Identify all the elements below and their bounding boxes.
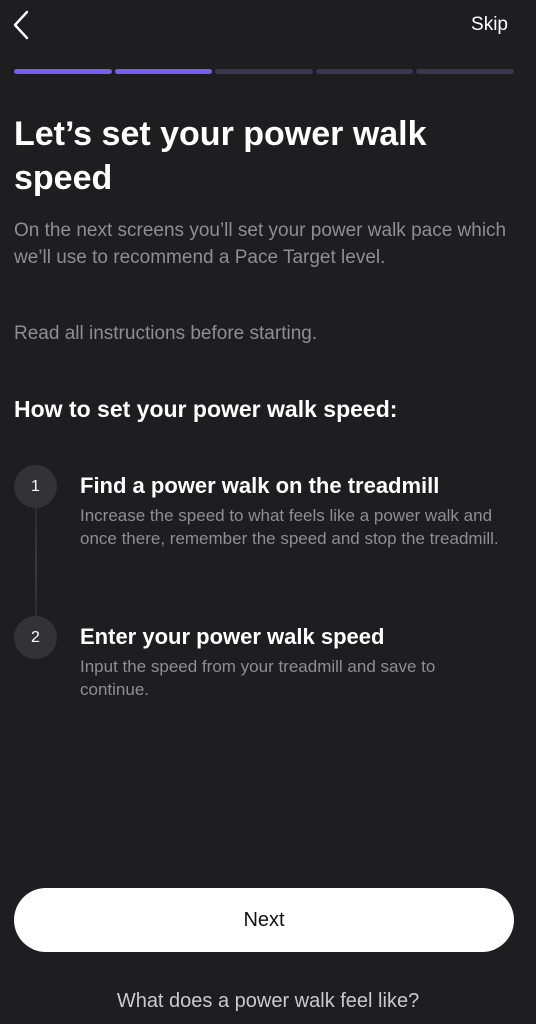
page-title: Let’s set your power walk speed [14,115,427,197]
instructions-note: Read all instructions before starting. [14,323,318,344]
top-bar: Skip [0,0,536,56]
power-walk-feel-link[interactable]: What does a power walk feel like? [0,990,536,1013]
steps-connector-line [35,508,37,620]
step-number-badge: 1 [14,465,57,508]
progress-segment-2 [114,69,213,74]
step-number-badge: 2 [14,616,57,659]
onboarding-progress-bar [14,69,514,74]
step-title: Find a power walk on the treadmill [80,473,440,498]
step-description: Input the speed from your treadmill and … [80,657,436,699]
back-button[interactable] [6,6,36,44]
howto-heading: How to set your power walk speed: [14,396,398,422]
progress-segment-1 [14,69,112,74]
progress-segment-4 [315,69,414,74]
next-button[interactable]: Next [14,888,514,952]
progress-segment-3 [215,69,313,74]
progress-segment-5 [416,69,514,74]
step-title: Enter your power walk speed [80,624,385,649]
intro-text: On the next screens you’ll set your powe… [14,220,507,268]
step-description: Increase the speed to what feels like a … [80,506,499,548]
skip-button[interactable]: Skip [471,14,508,36]
chevron-left-icon [13,10,29,40]
